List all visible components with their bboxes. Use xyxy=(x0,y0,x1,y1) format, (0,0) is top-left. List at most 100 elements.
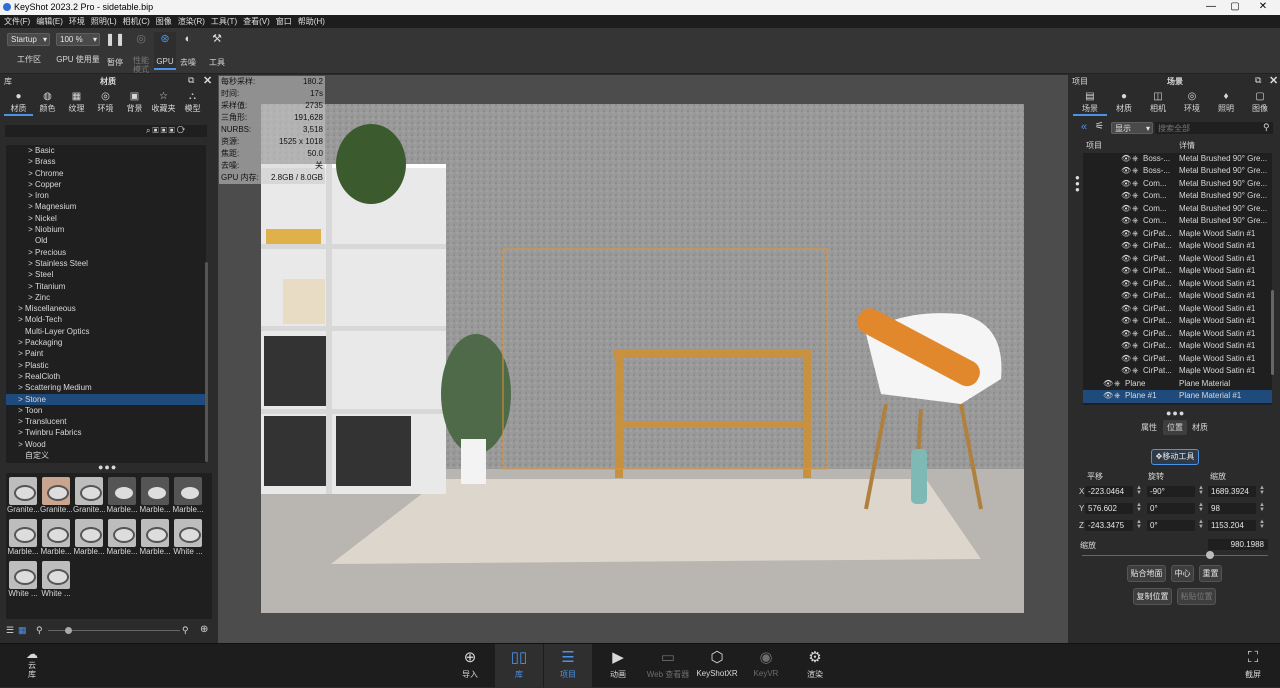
tree-item[interactable]: > Stone xyxy=(6,393,206,405)
animation-button[interactable]: ▶ 动画 xyxy=(594,644,642,688)
side-handle-icon[interactable]: ● ● ● xyxy=(1075,174,1080,194)
import-button[interactable]: ⊕ 导入 xyxy=(446,644,494,688)
tree-item[interactable]: > Stainless Steel xyxy=(6,258,206,269)
tree-item[interactable]: > Twinbru Fabrics xyxy=(6,427,206,438)
material-thumbnail[interactable]: White ... xyxy=(7,559,39,601)
expand-arrow-icon[interactable]: > xyxy=(26,281,35,292)
project-close-icon[interactable]: ✕ xyxy=(1269,74,1278,87)
menu-item[interactable]: 窗口 xyxy=(276,15,292,28)
keyshotxr-button[interactable]: ⬡ KeyShotXR xyxy=(693,644,741,688)
scene-row[interactable]: 👁 ⎈ Boss-... Metal Brushed 90° Gre... xyxy=(1083,153,1272,166)
scene-row[interactable]: 👁 ⎈ CirPat... Maple Wood Satin #1 xyxy=(1083,315,1272,328)
material-thumbnail[interactable]: Granite... xyxy=(40,475,72,517)
performance-mode-button[interactable]: ◎ 性能 模式 xyxy=(130,32,152,74)
splitter-dots-icon[interactable]: ●●● xyxy=(98,462,117,472)
menu-item[interactable]: 图像 xyxy=(156,15,172,28)
material-thumbnail[interactable]: Marble... xyxy=(139,475,171,517)
tab-position[interactable]: 位置 xyxy=(1163,420,1187,435)
visibility-eye-icon[interactable]: 👁 xyxy=(1121,353,1131,366)
material-thumbnail[interactable]: Marble... xyxy=(172,475,204,517)
project-tab[interactable]: ◫ 相机 xyxy=(1141,91,1175,116)
scene-row[interactable]: 👁 ⎈ Plane Plane Material xyxy=(1083,378,1272,391)
uniform-scale-slider[interactable] xyxy=(1082,555,1268,556)
expand-arrow-icon[interactable]: > xyxy=(16,405,25,416)
expand-arrow-icon[interactable]: > xyxy=(26,156,35,167)
visibility-eye-icon[interactable]: 👁 xyxy=(1121,203,1131,216)
expand-arrow-icon[interactable]: > xyxy=(26,224,35,235)
expand-arrow-icon[interactable]: > xyxy=(26,179,35,190)
project-undock-icon[interactable]: ⧉ xyxy=(1255,75,1261,86)
project-tab[interactable]: ◎ 环境 xyxy=(1175,91,1209,116)
project-tab[interactable]: ● 材质 xyxy=(1107,91,1141,116)
visibility-eye-icon[interactable]: 👁 xyxy=(1121,265,1131,278)
library-tab[interactable]: ⛬ 模型 xyxy=(178,91,207,116)
zoom-select[interactable]: 100 % xyxy=(56,33,100,46)
tree-scrollbar[interactable] xyxy=(205,262,208,462)
scene-tree[interactable]: 项目 详情 👁 ⎈ Boss-... Metal Brushed 90° Gre...… xyxy=(1083,140,1272,405)
denoise-button[interactable]: ◐ 去噪 xyxy=(177,32,199,70)
menu-item[interactable]: 渲染(R) xyxy=(178,15,205,28)
expand-arrow-icon[interactable]: > xyxy=(16,416,25,427)
scene-row[interactable]: 👁 ⎈ CirPat... Maple Wood Satin #1 xyxy=(1083,278,1272,291)
material-thumbnail[interactable]: Marble... xyxy=(7,517,39,559)
rotate-z-stepper[interactable]: ▲ ▼ xyxy=(1198,519,1204,530)
scene-row[interactable]: 👁 ⎈ Plane #1 Plane Material #1 xyxy=(1083,390,1272,403)
menu-item[interactable]: 环境 xyxy=(69,15,85,28)
visibility-eye-icon[interactable]: 👁 xyxy=(1121,215,1131,228)
translate-x-stepper[interactable]: ▲ ▼ xyxy=(1136,485,1142,496)
expand-arrow-icon[interactable]: > xyxy=(26,190,35,201)
cloud-library-button[interactable]: ☁ 云 库 xyxy=(8,644,56,688)
visibility-eye-icon[interactable]: 👁 xyxy=(1121,365,1131,378)
visibility-eye-icon[interactable]: 👁 xyxy=(1121,153,1131,166)
tree-item[interactable]: > Miscellaneous xyxy=(6,303,206,314)
scale-z-field[interactable]: 1153.204 xyxy=(1208,520,1256,531)
expand-arrow-icon[interactable]: > xyxy=(16,337,25,348)
close-window-button[interactable]: ✕ xyxy=(1252,1,1274,12)
tree-item[interactable]: > Steel xyxy=(6,269,206,280)
visibility-eye-icon[interactable]: 👁 xyxy=(1121,240,1131,253)
visibility-eye-icon[interactable]: 👁 xyxy=(1121,165,1131,178)
visibility-eye-icon[interactable]: 👁 xyxy=(1121,303,1131,316)
menu-item[interactable]: 工具(T) xyxy=(211,15,237,28)
expand-arrow-icon[interactable]: > xyxy=(16,303,25,314)
project-tab[interactable]: ♦ 照明 xyxy=(1209,91,1243,116)
tree-item[interactable]: > Scattering Medium xyxy=(6,382,206,393)
scene-row[interactable]: 👁 ⎈ Com... Metal Brushed 90° Gre... xyxy=(1083,190,1272,203)
material-thumbnail[interactable]: Marble... xyxy=(106,475,138,517)
menu-item[interactable]: 照明(L) xyxy=(91,15,117,28)
maximize-button[interactable]: ▢ xyxy=(1224,1,1246,12)
display-select[interactable]: 显示 xyxy=(1111,122,1153,134)
library-tab[interactable]: ◎ 环境 xyxy=(91,91,120,116)
tree-item[interactable]: 自定义 xyxy=(6,450,206,461)
tree-item[interactable]: Old xyxy=(6,235,206,246)
tree-item[interactable]: > Iron xyxy=(6,190,206,201)
visibility-eye-icon[interactable]: 👁 xyxy=(1121,228,1131,241)
menu-item[interactable]: 文件(F) xyxy=(4,15,30,28)
list-view-icon[interactable]: ☰ xyxy=(6,625,14,636)
tree-item[interactable]: > Copper xyxy=(6,179,206,190)
scene-splitter-icon[interactable]: ●●● xyxy=(1166,408,1185,418)
rotate-z-field[interactable]: 0° xyxy=(1147,520,1195,531)
scene-row[interactable]: 👁 ⎈ CirPat... Maple Wood Satin #1 xyxy=(1083,240,1272,253)
scene-row[interactable]: 👁 ⎈ Com... Metal Brushed 90° Gre... xyxy=(1083,215,1272,228)
visibility-eye-icon[interactable]: 👁 xyxy=(1103,390,1113,403)
zoom-in-icon[interactable]: ⚲ xyxy=(182,625,189,636)
expand-arrow-icon[interactable]: > xyxy=(26,168,35,179)
material-thumbnail[interactable]: Marble... xyxy=(139,517,171,559)
visibility-eye-icon[interactable]: 👁 xyxy=(1103,378,1113,391)
library-tab[interactable]: ▦ 纹理 xyxy=(62,91,91,116)
render-button[interactable]: ⚙ 渲染 xyxy=(791,644,839,688)
visibility-eye-icon[interactable]: 👁 xyxy=(1121,315,1131,328)
scale-y-field[interactable]: 98 xyxy=(1208,503,1256,514)
expand-arrow-icon[interactable]: > xyxy=(16,314,25,325)
project-tab[interactable]: ▤ 场景 xyxy=(1073,91,1107,116)
minimize-button[interactable]: — xyxy=(1200,1,1222,12)
scene-search-input[interactable] xyxy=(1155,122,1273,134)
tab-properties[interactable]: 属性 xyxy=(1138,420,1160,435)
tree-item[interactable]: > Paint xyxy=(6,348,206,359)
undock-icon[interactable]: ⧉ xyxy=(188,75,194,86)
menu-item[interactable]: 查看(V) xyxy=(243,15,270,28)
expand-arrow-icon[interactable]: > xyxy=(16,382,25,393)
keyvr-button[interactable]: ◉ KeyVR xyxy=(742,644,790,688)
copy-position-button[interactable]: 复制位置 xyxy=(1133,588,1172,605)
